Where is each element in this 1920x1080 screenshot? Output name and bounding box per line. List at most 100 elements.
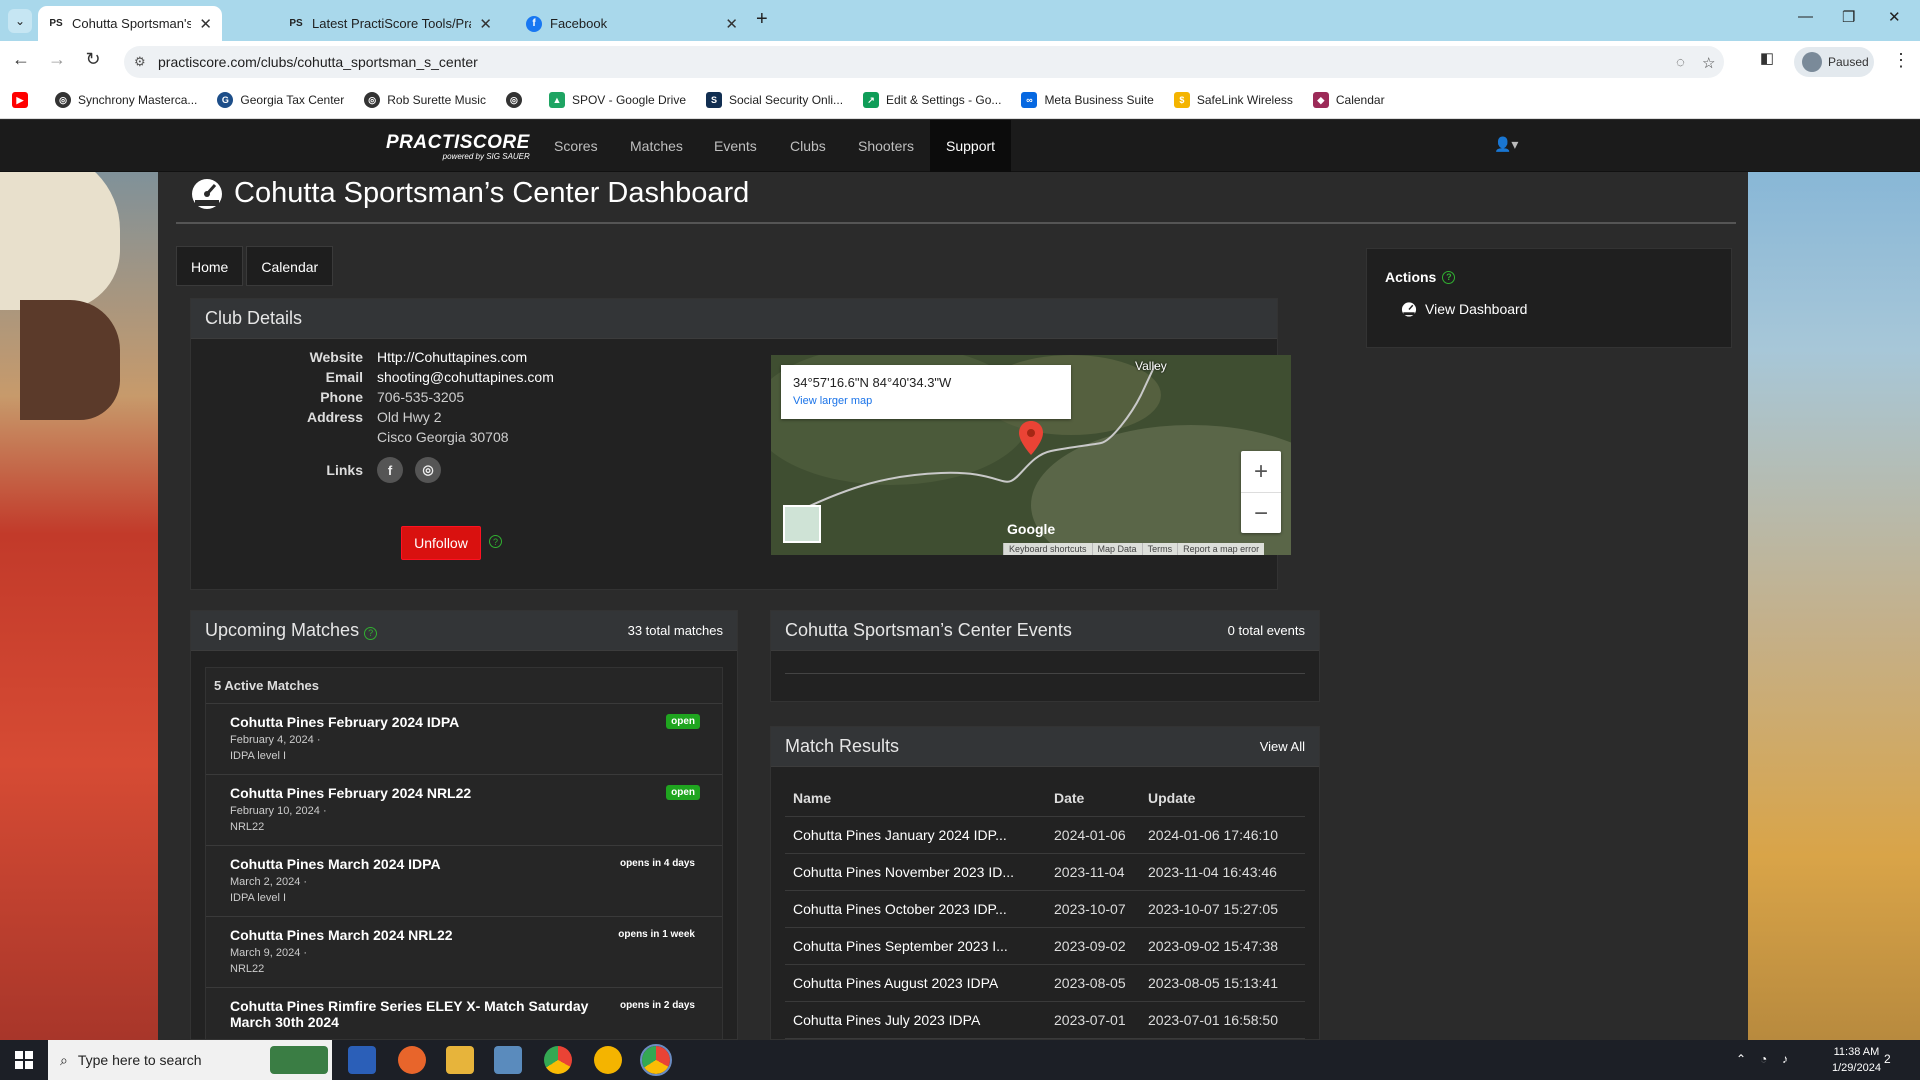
- chrome-active-icon[interactable]: [640, 1044, 672, 1076]
- user-menu-icon[interactable]: 👤▾: [1494, 136, 1518, 153]
- close-tab-icon[interactable]: ✕: [199, 15, 212, 33]
- view-dashboard-link[interactable]: View Dashboard: [1401, 301, 1527, 317]
- nav-matches[interactable]: Matches: [614, 120, 699, 172]
- tab-search-chevron-icon[interactable]: ⌄: [8, 9, 32, 33]
- firefox-icon[interactable]: [398, 1046, 426, 1074]
- list-item[interactable]: Cohutta Pines Rimfire Series ELEY X- Mat…: [206, 988, 722, 1039]
- bookmark-meta[interactable]: ∞ Meta Business Suite: [1021, 92, 1154, 108]
- map-type-toggle[interactable]: [783, 505, 821, 543]
- result-name[interactable]: Cohutta Pines September 2023 I...: [785, 938, 1054, 954]
- bookmark-globe[interactable]: ◎: [505, 92, 529, 108]
- instagram-icon[interactable]: ◎: [415, 457, 441, 483]
- table-row[interactable]: Cohutta Pines September 2023 I... 2023-09…: [785, 928, 1305, 965]
- keyboard-shortcuts-link[interactable]: Keyboard shortcuts: [1003, 543, 1092, 555]
- forward-arrow-icon[interactable]: →: [44, 49, 70, 70]
- search-highlight-icon[interactable]: [270, 1046, 328, 1074]
- bookmark-analytics[interactable]: ↗ Edit & Settings - Go...: [863, 92, 1001, 108]
- close-tab-icon[interactable]: ✕: [725, 15, 738, 33]
- tab-practiscore-tools[interactable]: PS Latest PractiScore Tools/PractiS ✕: [278, 6, 502, 41]
- list-item[interactable]: Cohutta Pines March 2024 IDPA March 2, 2…: [206, 846, 722, 917]
- browser-menu-icon[interactable]: ⋮: [1892, 50, 1910, 71]
- tab-facebook[interactable]: f Facebook ✕: [516, 6, 748, 41]
- windows-start-icon[interactable]: [0, 1040, 48, 1080]
- new-tab-plus-icon[interactable]: +: [756, 8, 768, 31]
- address-bar[interactable]: ⚙ practiscore.com/clubs/cohutta_sportsma…: [124, 46, 1724, 78]
- report-map-error-link[interactable]: Report a map error: [1177, 543, 1264, 555]
- bookmark-calendar[interactable]: ◆ Calendar: [1312, 92, 1385, 108]
- eye-slash-icon[interactable]: ◌: [1676, 54, 1685, 71]
- terms-link[interactable]: Terms: [1141, 543, 1178, 555]
- minimize-icon[interactable]: —: [1798, 8, 1813, 25]
- match-name[interactable]: Cohutta Pines February 2024 NRL22: [230, 785, 722, 801]
- notifications-icon[interactable]: 2: [1884, 1052, 1891, 1066]
- map-pin-icon[interactable]: [1019, 421, 1043, 455]
- chrome-icon[interactable]: [544, 1046, 572, 1074]
- nav-clubs[interactable]: Clubs: [774, 120, 842, 172]
- system-clock[interactable]: 11:38 AM 1/29/2024: [1832, 1044, 1881, 1076]
- nav-events[interactable]: Events: [698, 120, 773, 172]
- email-link[interactable]: shooting@cohuttapines.com: [377, 369, 554, 385]
- bookmark-synchrony[interactable]: ◎ Synchrony Masterca...: [55, 92, 197, 108]
- window-close-icon[interactable]: ✕: [1888, 8, 1901, 26]
- tray-chevron-icon[interactable]: ⌃: [1736, 1052, 1746, 1066]
- map-data-link[interactable]: Map Data: [1091, 543, 1142, 555]
- app-icon-blue[interactable]: [348, 1046, 376, 1074]
- view-dashboard-label: View Dashboard: [1425, 301, 1528, 317]
- app-icon-feather[interactable]: [494, 1046, 522, 1074]
- restore-icon[interactable]: ❐: [1842, 8, 1855, 26]
- table-row[interactable]: Cohutta Pines October 2023 IDP... 2023-10…: [785, 891, 1305, 928]
- view-all-link[interactable]: View All: [1260, 739, 1305, 754]
- zoom-out-icon[interactable]: −: [1241, 493, 1281, 534]
- column-date[interactable]: Date: [1054, 790, 1148, 806]
- table-row[interactable]: Cohutta Pines July 2023 IDPA 2023-07-01 20…: [785, 1002, 1305, 1039]
- result-name[interactable]: Cohutta Pines October 2023 IDP...: [785, 901, 1054, 917]
- weather-icon[interactable]: [594, 1046, 622, 1074]
- club-map[interactable]: Valley 34°57'16.6"N 84°40'34.3"W View la…: [771, 355, 1291, 555]
- file-explorer-icon[interactable]: [446, 1046, 474, 1074]
- table-row[interactable]: Cohutta Pines January 2024 IDP... 2024-01…: [785, 817, 1305, 854]
- bookmark-google-drive[interactable]: ▲ SPOV - Google Drive: [548, 92, 686, 108]
- table-row[interactable]: Cohutta Pines November 2023 ID... 2023-11…: [785, 854, 1305, 891]
- column-update[interactable]: Update: [1148, 790, 1298, 806]
- home-button[interactable]: Home: [176, 246, 244, 286]
- nav-shooters[interactable]: Shooters: [842, 120, 930, 172]
- url-text[interactable]: practiscore.com/clubs/cohutta_sportsman_…: [158, 54, 478, 70]
- bookmark-safelink[interactable]: $ SafeLink Wireless: [1173, 92, 1293, 108]
- help-icon[interactable]: ?: [489, 535, 502, 548]
- site-settings-icon[interactable]: ⚙: [134, 54, 146, 70]
- network-icon[interactable]: ◔: [1760, 1052, 1767, 1066]
- list-item[interactable]: Cohutta Pines March 2024 NRL22 March 9, …: [206, 917, 722, 988]
- column-name[interactable]: Name: [785, 790, 1054, 806]
- nav-scores[interactable]: Scores: [538, 120, 614, 172]
- tab-practiscore-club[interactable]: PS Cohutta Sportsman's Center | P ✕: [38, 6, 222, 41]
- result-name[interactable]: Cohutta Pines January 2024 IDP...: [785, 827, 1054, 843]
- practiscore-logo[interactable]: PRACTISCORE powered by SIG SAUER: [386, 132, 530, 161]
- table-row[interactable]: Cohutta Pines August 2023 IDPA 2023-08-05…: [785, 965, 1305, 1002]
- help-icon[interactable]: ?: [364, 626, 378, 640]
- unfollow-button[interactable]: Unfollow: [401, 526, 481, 560]
- reload-icon[interactable]: ↻: [80, 49, 106, 70]
- bookmark-youtube[interactable]: ▶: [12, 92, 35, 108]
- match-name[interactable]: Cohutta Pines February 2024 IDPA: [230, 714, 722, 730]
- list-item[interactable]: Cohutta Pines February 2024 NRL22 Februa…: [206, 775, 722, 846]
- website-link[interactable]: Http://Cohuttapines.com: [377, 349, 527, 365]
- result-name[interactable]: Cohutta Pines November 2023 ID...: [785, 864, 1054, 880]
- help-icon[interactable]: ?: [1442, 270, 1456, 284]
- zoom-in-icon[interactable]: +: [1241, 451, 1281, 492]
- back-arrow-icon[interactable]: ←: [8, 49, 34, 70]
- calendar-button[interactable]: Calendar: [246, 246, 334, 286]
- profile-button[interactable]: Paused: [1794, 47, 1874, 77]
- volume-icon[interactable]: ♪: [1782, 1052, 1788, 1066]
- view-larger-map-link[interactable]: View larger map: [793, 395, 872, 407]
- list-item[interactable]: Cohutta Pines February 2024 IDPA Februar…: [206, 704, 722, 775]
- close-tab-icon[interactable]: ✕: [479, 15, 492, 33]
- result-name[interactable]: Cohutta Pines August 2023 IDPA: [785, 975, 1054, 991]
- bookmark-georgia-tax[interactable]: G Georgia Tax Center: [217, 92, 344, 108]
- nav-support[interactable]: Support: [930, 120, 1012, 172]
- bookmark-social-security[interactable]: S Social Security Onli...: [706, 92, 843, 108]
- bookmark-star-icon[interactable]: ☆: [1702, 54, 1715, 72]
- result-name[interactable]: Cohutta Pines July 2023 IDPA: [785, 1012, 1054, 1028]
- side-panel-icon[interactable]: ◧: [1754, 49, 1780, 67]
- facebook-icon[interactable]: f: [377, 457, 403, 483]
- bookmark-rob-surette[interactable]: ◎ Rob Surette Music: [364, 92, 486, 108]
